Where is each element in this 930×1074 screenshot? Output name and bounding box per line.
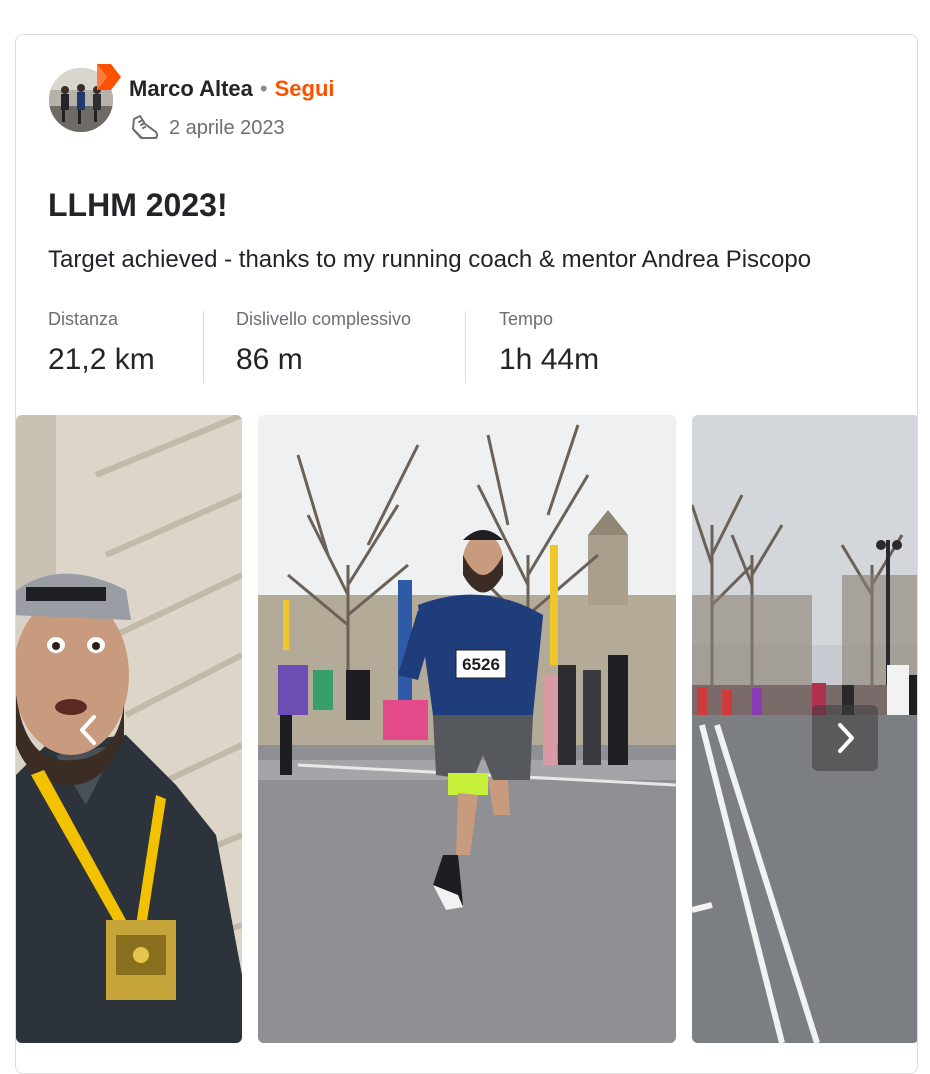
stat-value: 86 m [236,343,303,376]
activity-photo-runner[interactable]: 6526 [258,415,676,1043]
stat-distance: Distanza 21,2 km [48,309,155,383]
activity-title[interactable]: LLHM 2023! [48,187,228,224]
bib-number: 6526 [462,655,500,674]
stat-label: Distanza [48,309,119,329]
strava-chevron-icon [93,62,123,92]
carousel-prev-button[interactable] [56,697,122,763]
activity-card: Marco Altea • Segui 2 aprile 2023 LLHM 2… [15,34,918,1074]
photo-carousel: 6526 [16,415,917,1043]
activity-meta: 2 aprile 2023 [129,113,285,143]
chevron-right-icon [828,721,862,755]
stat-label: Dislivello complessivo [236,309,412,329]
stat-divider [203,311,204,383]
stat-divider [465,311,466,383]
activity-description: Target achieved - thanks to my running c… [48,246,812,273]
stat-value: 1h 44m [499,343,600,376]
athlete-name[interactable]: Marco Altea [129,76,253,102]
running-shoe-icon [129,113,161,143]
stat-time: Tempo 1h 44m [499,309,599,383]
follow-button[interactable]: Segui [275,76,335,102]
carousel-next-button[interactable] [812,705,878,771]
stat-value: 21,2 km [48,343,155,376]
activity-photo-road[interactable] [692,415,917,1043]
separator-dot: • [259,76,268,101]
activity-date: 2 aprile 2023 [169,116,285,139]
stat-elevation: Dislivello complessivo 86 m [236,309,411,383]
stat-label: Tempo [499,309,554,329]
athlete-avatar-link[interactable] [49,64,121,134]
activity-photo-selfie[interactable] [16,415,242,1043]
chevron-left-icon [72,713,106,747]
athlete-header: Marco Altea • Segui [129,75,335,103]
